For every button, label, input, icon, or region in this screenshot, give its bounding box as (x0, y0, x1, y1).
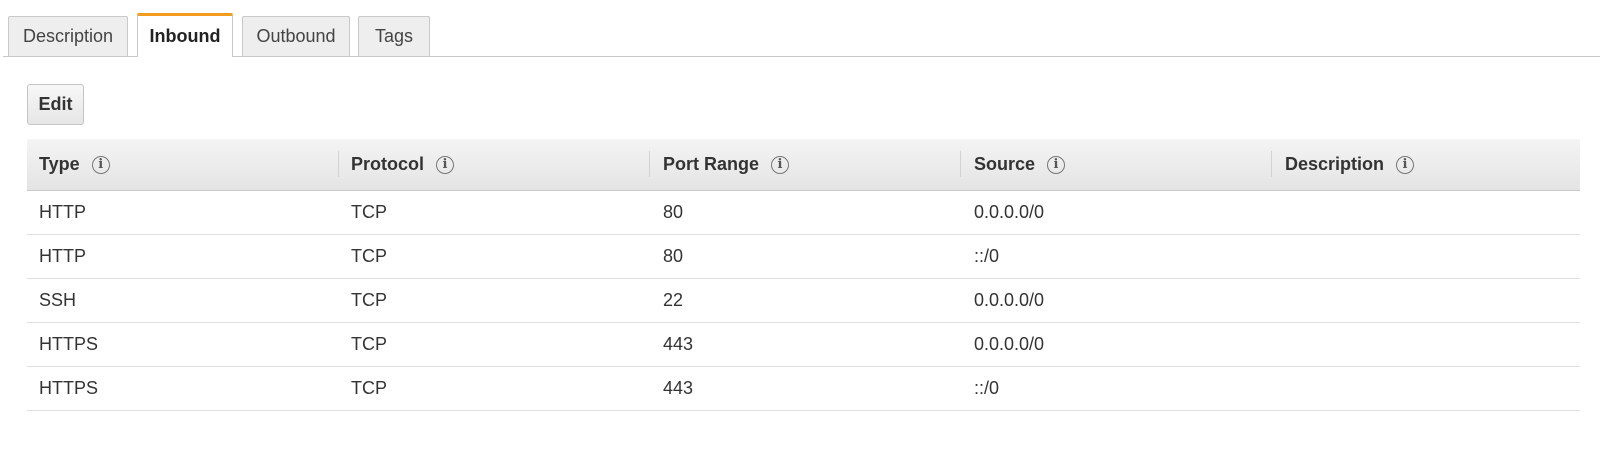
column-header-port-range: Port Range i (663, 139, 790, 190)
tab-bar: Description Inbound Outbound Tags (0, 0, 1600, 57)
column-header-label: Protocol (351, 154, 425, 174)
info-icon[interactable]: i (91, 155, 110, 174)
cell-port-range: 443 (663, 334, 694, 354)
cell-type: HTTPS (39, 334, 99, 354)
info-icon[interactable]: i (436, 155, 455, 174)
column-divider[interactable] (649, 151, 650, 177)
edit-button[interactable]: Edit (27, 84, 84, 125)
table-row: SSH TCP 22 0.0.0.0/0 (27, 279, 1580, 323)
column-header-protocol: Protocol i (351, 139, 455, 190)
cell-type: HTTPS (39, 378, 99, 398)
column-header-label: Port Range (663, 154, 760, 174)
info-icon[interactable]: i (1047, 155, 1066, 174)
table-row: HTTPS TCP 443 ::/0 (27, 367, 1580, 411)
table-row: HTTP TCP 80 ::/0 (27, 235, 1580, 279)
column-header-source: Source i (974, 139, 1066, 190)
inbound-rules-table: Type i Protocol i Port Range i Source i … (27, 139, 1580, 411)
column-header-type: Type i (39, 139, 110, 190)
cell-source: 0.0.0.0/0 (974, 202, 1045, 222)
cell-port-range: 22 (663, 290, 684, 310)
tab-outbound[interactable]: Outbound (242, 16, 350, 56)
tab-bar-divider (3, 56, 1600, 57)
cell-protocol: TCP (351, 290, 387, 310)
info-icon[interactable]: i (771, 155, 790, 174)
cell-source: 0.0.0.0/0 (974, 334, 1045, 354)
cell-type: HTTP (39, 246, 86, 266)
column-divider[interactable] (960, 151, 961, 177)
cell-source: 0.0.0.0/0 (974, 290, 1045, 310)
column-header-label: Type (39, 154, 80, 174)
column-divider[interactable] (338, 151, 339, 177)
cell-protocol: TCP (351, 378, 387, 398)
cell-protocol: TCP (351, 246, 387, 266)
cell-port-range: 80 (663, 246, 684, 266)
table-header: Type i Protocol i Port Range i Source i … (27, 139, 1580, 191)
cell-port-range: 80 (663, 202, 684, 222)
cell-protocol: TCP (351, 334, 387, 354)
tab-inbound[interactable]: Inbound (137, 13, 233, 57)
cell-type: SSH (39, 290, 77, 310)
cell-source: ::/0 (974, 246, 1000, 266)
cell-protocol: TCP (351, 202, 387, 222)
column-divider[interactable] (1271, 151, 1272, 177)
tab-description[interactable]: Description (8, 16, 128, 56)
table-row: HTTPS TCP 443 0.0.0.0/0 (27, 323, 1580, 367)
cell-type: HTTP (39, 202, 86, 222)
table-row: HTTP TCP 80 0.0.0.0/0 (27, 191, 1580, 235)
info-icon[interactable]: i (1396, 155, 1415, 174)
cell-port-range: 443 (663, 378, 694, 398)
column-header-label: Description (1285, 154, 1385, 174)
cell-source: ::/0 (974, 378, 1000, 398)
tab-tags[interactable]: Tags (358, 16, 430, 56)
column-header-label: Source (974, 154, 1036, 174)
column-header-description: Description i (1285, 139, 1415, 190)
